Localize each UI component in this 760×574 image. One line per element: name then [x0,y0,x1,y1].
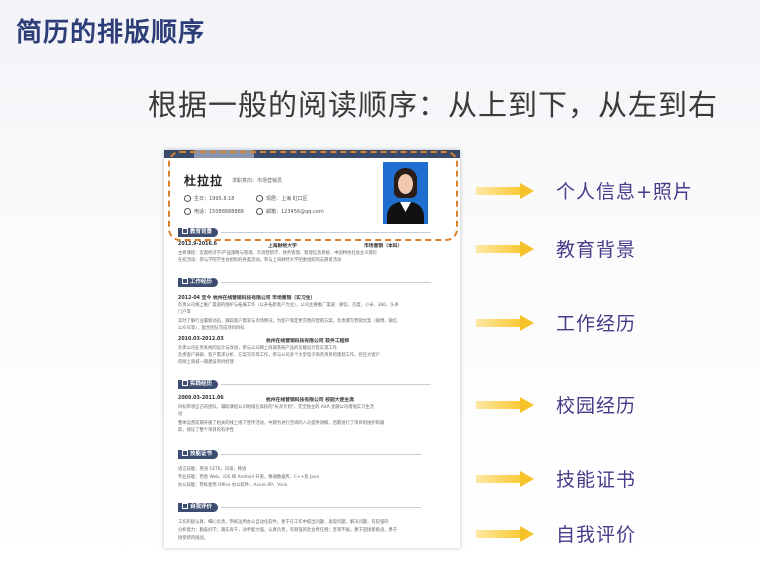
work-job2-line1: 负责公司业务系统的设计与改进，参与公司网上商城系统产品的功能设计及实现工作 [178,346,337,351]
practice-company: 杭州在线营销科技有限公司 校园大使主席 [266,398,355,403]
section-practice-title: 实践经历 [190,381,213,387]
comment-icon [182,503,188,509]
work-job1-line3: 实时了解行业最新动态，跟踪客户需求与市场情况，为客户制定更完善的营销方案，负责撰… [178,319,398,324]
practice-date: 2009.03-2011.06 [178,396,224,401]
education-line1: 主修课程：宏观经济学/产品策略与管理、市场营销学、财务管理、管理信息系统、中国特… [178,251,378,256]
self-eval-line2: 分析能力；勤奋好学，踏实肯干，动手能力强，认真负责，有很强的社会责任感；坚韧不拔… [178,528,398,533]
briefcase-icon [182,278,188,284]
work-job1-line4: 公众号等），配合团队完成项目目标 [178,326,245,331]
personal-info-highlight-frame [168,151,458,241]
certificate-icon [182,450,188,456]
slide-subtitle: 根据一般的阅读顺序：从上到下，从左到右 [148,88,719,122]
work-job1-title: 2012-04 至今 杭州在线营销科技有限公司 市场营销（实习生） [178,296,316,301]
label-skills: 技能证书 [556,469,637,491]
skills-line3: 办公技能：熟练使用 Office 办公软件，Axure RP、Visio [178,483,288,488]
label-education: 教育背景 [556,239,637,261]
arrow-right-icon [476,470,534,487]
practice-line4: 踪，保证了整个项目的有序性 [178,428,234,433]
label-row-campus: 校园经历 [476,391,636,418]
work-job1-line2: 门户等 [178,310,191,315]
education-school: 上海财经大学 [268,244,297,249]
skills-line2: 专业技能：熟悉 Web、iOS 和 Android 开发，精通数据库、C++及 … [178,475,320,480]
practice-icon [182,380,188,386]
arrow-right-icon [476,525,534,542]
self-eval-line1: 工作积极认真，细心负责，熟练运用办公自动化软件，善于在工作中提出问题、发现问题、… [178,520,389,525]
work-job2-date: 2010.03-2012.03 [178,337,224,342]
label-work: 工作经历 [556,313,637,335]
self-eval-line3: 接受新的挑战。 [178,536,209,541]
section-work-title: 工作经历 [190,279,213,285]
arrow-right-icon [476,314,534,331]
label-personal-info: 个人信息+照片 [556,181,693,203]
practice-line1: 目标带领自己的团队，辅助课程公司地域在高校的"长龙计划"，完全独立的 AXA 金… [178,405,374,410]
slide-title: 简历的排版顺序 [16,18,206,48]
work-job2-company: 杭州在线营销科技有限公司 软件工程师 [266,339,350,344]
label-row-work: 工作经历 [476,309,636,336]
education-major: 市场营销（本科） [364,244,403,249]
work-job2-line3: 的网上商城一期建设项目经理 [178,360,234,365]
work-job2-line2: 负责客户调研、客户需求分析、方案写作等工作，参与公司多个大型电子商务项目的策划工… [178,353,380,358]
section-skills-title: 技能证书 [190,451,213,457]
label-row-self-eval: 自我评价 [476,520,636,547]
section-work: 工作经历 [178,278,432,287]
label-row-skills: 技能证书 [476,465,636,492]
education-date: 2012.9-2016.6 [178,242,218,247]
arrow-right-icon [476,396,534,413]
practice-line3: 整体运营前期开展了相关的线上线下宣传活动，中期为进行咨询的人员提供讲解，后期进行… [178,421,385,426]
label-row-education: 教育背景 [476,235,636,262]
section-self-eval: 自我评价 [178,503,422,512]
section-skills: 技能证书 [178,450,422,459]
skills-line1: 语言技能：英语 CET6，日语，韩语 [178,467,247,472]
education-line2: 在校活动：参与学院学生会组织的各类活动，参与上海财经大学团委组织的志愿者活动 [178,258,342,263]
section-practice: 实践经历 [178,380,432,389]
section-self-eval-title: 自我评价 [190,504,213,510]
label-campus: 校园经历 [556,395,637,417]
label-row-personal: 个人信息+照片 [476,177,693,204]
practice-line2: 动 [178,412,183,417]
label-self-eval: 自我评价 [556,524,637,546]
arrow-right-icon [476,182,534,199]
arrow-right-icon [476,240,534,257]
work-job1-line1: 负责公司线上推广渠道的维护与拓展工作（以开拓新客户为主），公司主要推广渠道：微信… [178,303,399,308]
